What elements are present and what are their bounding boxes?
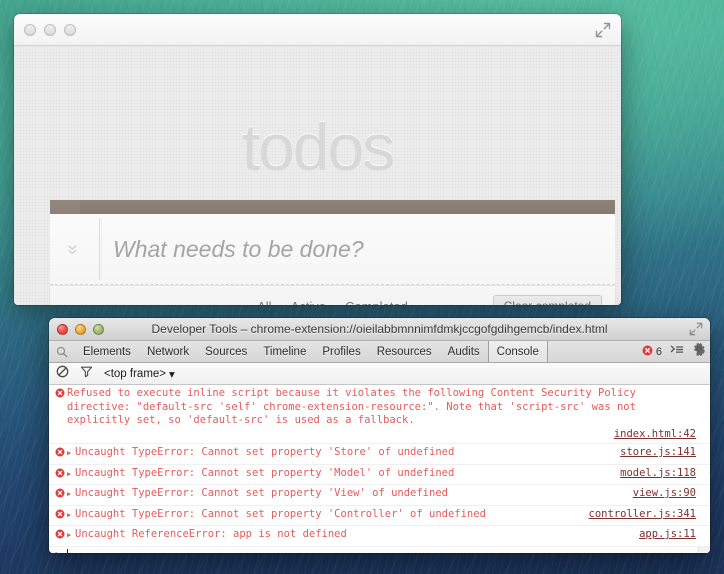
chevron-double-icon[interactable]: » [62, 227, 83, 272]
tab-timeline[interactable]: Timeline [255, 341, 314, 362]
disclosure-triangle-icon[interactable]: ▶ [67, 446, 75, 460]
filter-completed[interactable]: Completed [340, 296, 413, 306]
console-drawer-icon[interactable] [670, 343, 684, 361]
browser-titlebar[interactable] [14, 14, 621, 46]
error-circle-icon [55, 509, 65, 524]
search-icon[interactable] [49, 341, 75, 362]
todoapp-card-top-bar [50, 200, 615, 214]
tab-resources[interactable]: Resources [369, 341, 440, 362]
filter-active[interactable]: Active [286, 296, 331, 306]
disclosure-triangle-icon[interactable]: ▶ [67, 508, 75, 522]
tab-console[interactable]: Console [487, 341, 548, 362]
tab-network[interactable]: Network [139, 341, 197, 362]
error-count-badge[interactable]: 6 [642, 343, 662, 361]
devtools-traffic-lights[interactable] [57, 324, 104, 335]
console-prompt-row[interactable]: > [49, 546, 710, 553]
todoapp-footer: All Active Completed Clear completed [50, 285, 615, 305]
error-circle-icon [55, 529, 65, 544]
minimize-button[interactable] [44, 24, 56, 36]
disclosure-triangle-icon[interactable]: ▶ [67, 487, 75, 501]
filter-list[interactable]: All Active Completed [252, 296, 413, 306]
tab-profiles[interactable]: Profiles [314, 341, 368, 362]
console-message-text: Uncaught TypeError: Cannot set property … [75, 446, 455, 458]
execution-context-label: <top frame> [104, 367, 167, 380]
execution-context-selector[interactable]: <top frame> ▾ [104, 367, 175, 381]
desktop-background: todos » All Active Completed Clear compl… [0, 0, 724, 574]
prompt-chevron-icon: > [55, 548, 62, 553]
console-message-source[interactable]: model.js:118 [620, 467, 696, 481]
new-todo-row[interactable]: » [50, 214, 615, 285]
tab-audits[interactable]: Audits [440, 341, 488, 362]
console-message-source[interactable]: app.js:11 [639, 528, 696, 542]
chevron-down-icon: ▾ [169, 368, 175, 381]
console-message[interactable]: ▶ view.js:90 Uncaught TypeError: Cannot … [49, 485, 710, 506]
console-filterbar[interactable]: <top frame> ▾ [49, 363, 710, 385]
filter-all[interactable]: All [252, 296, 276, 306]
error-count-label: 6 [655, 345, 662, 358]
zoom-button[interactable] [93, 324, 104, 335]
console-message-text: Uncaught ReferenceError: app is not defi… [75, 528, 347, 540]
devtools-toolbar-actions[interactable]: 6 [642, 341, 706, 362]
clear-completed-button[interactable]: Clear completed [492, 295, 602, 305]
todoapp-card: » All Active Completed Clear completed [50, 200, 615, 305]
expand-arrows-icon[interactable] [689, 322, 703, 336]
console-message-text: Uncaught TypeError: Cannot set property … [75, 466, 455, 479]
browser-traffic-lights[interactable] [24, 24, 76, 36]
console-message[interactable]: ▶ model.js:118 Uncaught TypeError: Canno… [49, 464, 710, 485]
funnel-filter-icon[interactable] [80, 365, 93, 383]
gear-icon[interactable] [692, 342, 706, 361]
console-message-source[interactable]: view.js:90 [633, 487, 696, 501]
console-message-list[interactable]: Refused to execute inline script because… [49, 385, 710, 553]
console-message[interactable]: ▶ app.js:11 Uncaught ReferenceError: app… [49, 526, 710, 547]
minimize-button[interactable] [75, 324, 86, 335]
console-message[interactable]: ▶ controller.js:341 Uncaught TypeError: … [49, 505, 710, 526]
devtools-window[interactable]: Developer Tools – chrome-extension://oie… [49, 318, 710, 553]
text-caret [66, 549, 68, 553]
console-message-source[interactable]: store.js:141 [620, 446, 696, 460]
console-message[interactable]: Refused to execute inline script because… [49, 385, 710, 444]
error-circle-icon [55, 488, 65, 503]
console-message-text: Uncaught TypeError: Cannot set property … [75, 487, 448, 499]
close-button[interactable] [24, 24, 36, 36]
disclosure-triangle-icon[interactable]: ▶ [67, 467, 75, 481]
error-circle-icon [55, 468, 65, 483]
error-circle-icon [642, 343, 653, 361]
tab-sources[interactable]: Sources [197, 341, 255, 362]
console-message-source[interactable]: controller.js:341 [589, 508, 696, 522]
error-circle-icon [55, 447, 65, 462]
console-message-source[interactable]: index.html:42 [67, 428, 696, 442]
devtools-tabbar[interactable]: Elements Network Sources Timeline Profil… [49, 341, 710, 363]
devtools-title: Developer Tools – chrome-extension://oie… [151, 322, 608, 336]
expand-arrows-icon[interactable] [595, 22, 611, 38]
console-message[interactable]: ▶ store.js:141 Uncaught TypeError: Canno… [49, 444, 710, 465]
console-message-text: Refused to execute inline script because… [67, 387, 636, 426]
new-todo-input[interactable] [95, 235, 615, 263]
clear-console-icon[interactable] [56, 365, 69, 383]
close-button[interactable] [57, 324, 68, 335]
ruled-line-decoration [99, 218, 100, 280]
page-title: todos [241, 110, 395, 184]
browser-viewport: todos » All Active Completed Clear compl… [14, 46, 621, 305]
disclosure-triangle-icon[interactable]: ▶ [67, 528, 75, 542]
tab-elements[interactable]: Elements [75, 341, 139, 362]
zoom-button[interactable] [64, 24, 76, 36]
devtools-titlebar[interactable]: Developer Tools – chrome-extension://oie… [49, 318, 710, 341]
error-circle-icon [55, 388, 65, 403]
browser-window[interactable]: todos » All Active Completed Clear compl… [14, 14, 621, 305]
